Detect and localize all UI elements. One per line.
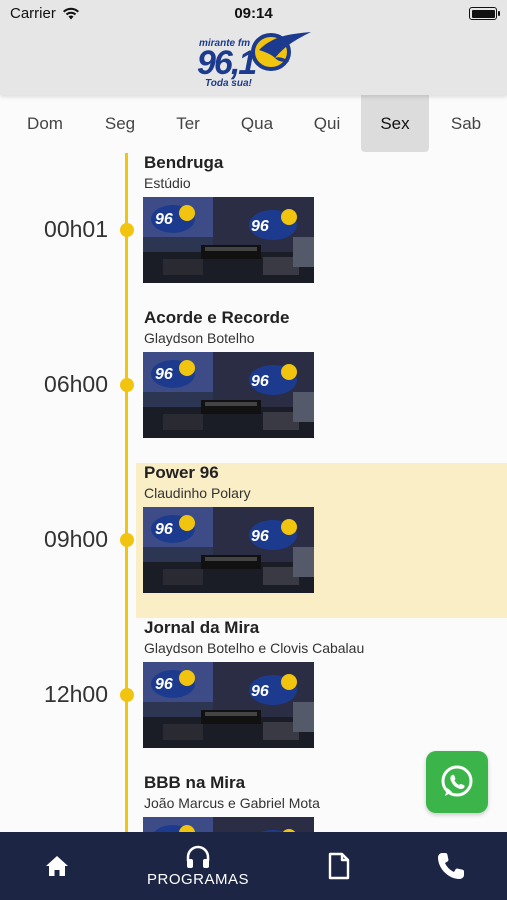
nav-programs[interactable]: PROGRAMAS <box>140 832 256 900</box>
status-time: 09:14 <box>234 5 273 22</box>
day-tabs: Dom Seg Ter Qua Qui Sex Sab <box>0 95 507 153</box>
studio-photo: 96 96 <box>143 197 314 283</box>
program-time: 06h00 <box>44 371 108 397</box>
tab-dom[interactable]: Dom <box>11 95 79 152</box>
program-item[interactable]: 00h01 Bendruga Estúdio 96 96 <box>0 153 507 308</box>
program-thumbnail[interactable]: 96 96 <box>143 662 314 748</box>
logo-slogan: Toda sua! <box>205 78 252 89</box>
program-title: Power 96 <box>144 463 219 482</box>
timeline-dot <box>120 223 134 237</box>
program-host: Glaydson Botelho <box>144 330 255 346</box>
tab-seg[interactable]: Seg <box>86 95 154 152</box>
timeline-dot <box>120 378 134 392</box>
program-title: Jornal da Mira <box>144 618 260 637</box>
tab-sab[interactable]: Sab <box>432 95 500 152</box>
program-host: Claudinho Polary <box>144 485 251 501</box>
program-time: 09h00 <box>44 526 108 552</box>
tab-sex[interactable]: Sex <box>361 95 429 152</box>
svg-text:96: 96 <box>155 521 173 538</box>
battery-icon <box>469 7 500 20</box>
station-logo: mirante fm 96,1 Toda sua! <box>193 28 313 90</box>
program-thumbnail[interactable]: 96 96 <box>143 197 314 283</box>
document-icon <box>328 852 350 880</box>
home-icon <box>46 856 68 876</box>
tab-ter[interactable]: Ter <box>154 95 222 152</box>
timeline-dot <box>120 688 134 702</box>
studio-photo: 96 96 <box>143 662 314 748</box>
tab-qua[interactable]: Qua <box>223 95 291 152</box>
timeline-dot <box>120 533 134 547</box>
svg-text:96: 96 <box>251 218 269 235</box>
whatsapp-button[interactable] <box>426 751 488 813</box>
headphones-icon <box>186 845 210 868</box>
bird-logo-icon <box>251 32 311 71</box>
whatsapp-icon <box>441 765 473 797</box>
program-item[interactable]: 12h00 Jornal da Mira Glaydson Botelho e … <box>0 618 507 773</box>
program-item[interactable]: 06h00 Acorde e Recorde Glaydson Botelho … <box>0 308 507 463</box>
svg-text:96: 96 <box>251 373 269 390</box>
program-thumbnail[interactable]: 96 96 <box>143 507 314 593</box>
nav-document[interactable] <box>309 832 369 900</box>
program-host: Glaydson Botelho e Clovis Cabalau <box>144 640 365 656</box>
program-host: Estúdio <box>144 175 191 191</box>
program-title: Acorde e Recorde <box>144 308 290 327</box>
svg-text:96: 96 <box>155 211 173 228</box>
status-bar: Carrier 09:14 <box>0 0 507 28</box>
svg-text:96: 96 <box>155 676 173 693</box>
program-title: Bendruga <box>144 153 224 172</box>
svg-text:96: 96 <box>155 366 173 383</box>
studio-photo: 96 96 <box>143 507 314 593</box>
phone-icon <box>438 853 464 879</box>
nav-programs-label: PROGRAMAS <box>146 870 249 888</box>
program-title: BBB na Mira <box>144 773 246 792</box>
bottom-nav: PROGRAMAS <box>0 832 507 900</box>
svg-text:96: 96 <box>251 528 269 545</box>
program-item-current[interactable]: 09h00 Power 96 Claudinho Polary 96 96 <box>0 463 507 618</box>
program-time: 12h00 <box>44 681 108 707</box>
app-header: Carrier 09:14 mirante fm 96,1 Toda sua! <box>0 0 507 95</box>
nav-home[interactable] <box>27 832 87 900</box>
program-host: João Marcus e Gabriel Mota <box>144 795 320 811</box>
tab-qui[interactable]: Qui <box>293 95 361 152</box>
program-time: 00h01 <box>44 216 108 242</box>
nav-phone[interactable] <box>421 832 481 900</box>
svg-text:96: 96 <box>251 683 269 700</box>
program-thumbnail[interactable]: 96 96 <box>143 352 314 438</box>
studio-photo: 96 96 <box>143 352 314 438</box>
